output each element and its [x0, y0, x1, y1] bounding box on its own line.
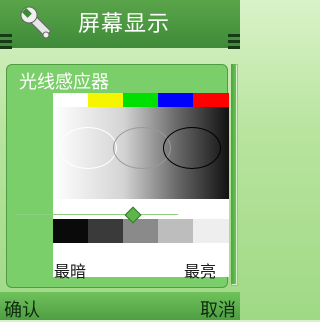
signal-strength-icon [0, 40, 12, 43]
gray-block [53, 219, 88, 243]
ellipse-black [163, 127, 221, 169]
brightness-max-label: 最亮 [184, 262, 217, 281]
signal-strength-icon [0, 46, 12, 49]
panel-title: 光线感应器 [19, 72, 109, 93]
light-sensor-panel[interactable]: 光线感应器 [6, 64, 229, 288]
title-bar: 屏幕显示 [0, 0, 240, 49]
color-bar-white [53, 93, 88, 107]
ellipse-white [59, 127, 117, 169]
cancel-softkey[interactable]: 取消 [200, 296, 236, 322]
battery-icon [228, 40, 240, 43]
color-bar-green [123, 93, 158, 107]
gray-gradient [53, 107, 229, 199]
gray-block [193, 219, 229, 243]
battery-icon [228, 34, 240, 37]
brightness-slider-track[interactable] [16, 214, 178, 215]
softkey-bar: 确认 取消 [0, 292, 240, 322]
confirm-softkey[interactable]: 确认 [4, 296, 40, 322]
page-title: 屏幕显示 [78, 12, 171, 37]
color-bar-red [193, 93, 229, 107]
brightness-min-label: 最暗 [54, 262, 87, 281]
gray-block [158, 219, 193, 243]
gray-block [123, 219, 158, 243]
color-bar-blue [158, 93, 193, 107]
display-test-pattern [53, 93, 229, 277]
gray-block [88, 219, 123, 243]
color-bar-yellow [88, 93, 123, 107]
wrench-icon [20, 6, 52, 39]
battery-icon [228, 46, 240, 49]
scrollbar-thumb[interactable] [231, 64, 236, 284]
signal-strength-icon [0, 34, 12, 37]
